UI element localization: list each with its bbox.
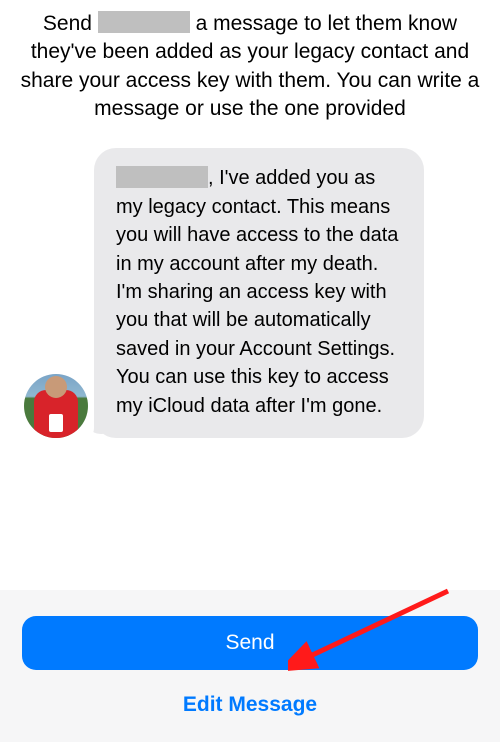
message-preview: , I've added you as my legacy contact. T… [0, 148, 500, 438]
footer: Send Edit Message [0, 590, 500, 742]
message-body: , I've added you as my legacy contact. T… [116, 167, 398, 416]
redacted-name-bubble [116, 166, 208, 188]
instruction-text: Send a message to let them know they've … [0, 0, 500, 148]
avatar [24, 374, 88, 438]
edit-message-label: Edit Message [183, 693, 317, 716]
redacted-name [98, 11, 190, 33]
send-button[interactable]: Send [22, 616, 478, 670]
instruction-prefix: Send [43, 12, 98, 35]
message-bubble: , I've added you as my legacy contact. T… [94, 148, 424, 438]
edit-message-button[interactable]: Edit Message [22, 678, 478, 732]
send-button-label: Send [225, 631, 274, 655]
